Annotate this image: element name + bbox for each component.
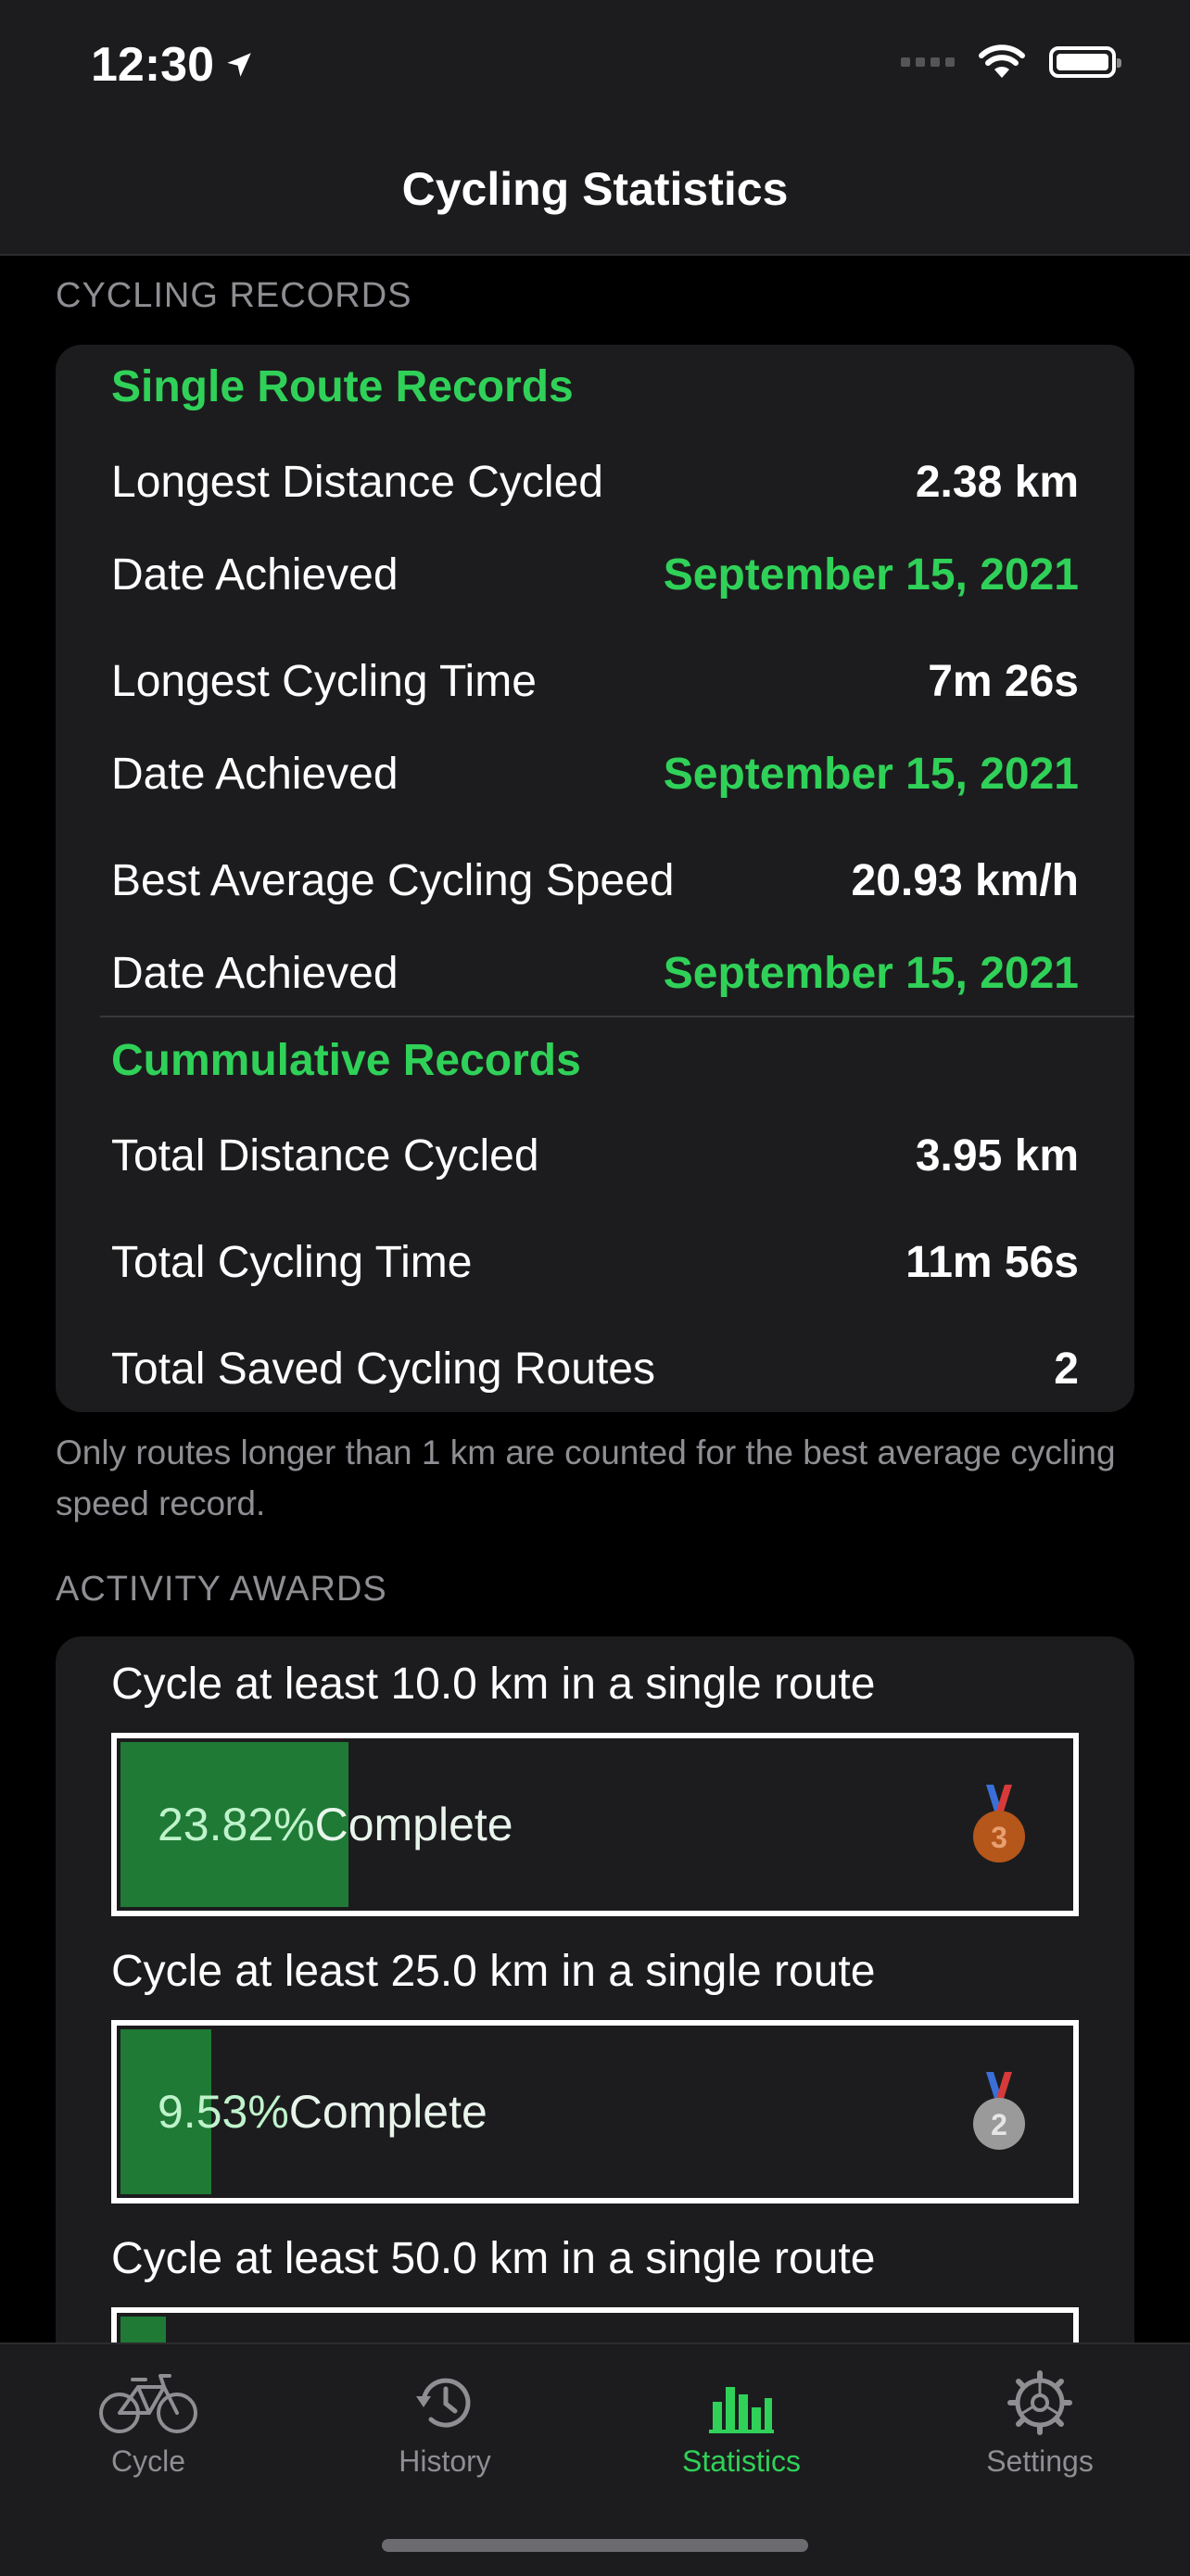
record-value: 20.93 km/h <box>851 855 1079 905</box>
record-label: Date Achieved <box>111 948 399 998</box>
bar-chart-icon <box>709 2387 774 2433</box>
tab-label: Settings <box>986 2444 1094 2478</box>
cumulative-records-title: Cummulative Records <box>111 1036 581 1085</box>
award-progress-bar: 9.53% Complete 2 <box>111 2020 1079 2203</box>
record-value: 11m 56s <box>905 1237 1079 1287</box>
status-indicators <box>901 44 1121 80</box>
svg-text:2: 2 <box>991 2108 1007 2141</box>
record-label: Total Saved Cycling Routes <box>111 1344 655 1394</box>
record-value: 7m 26s <box>928 656 1079 706</box>
record-date-value: September 15, 2021 <box>663 549 1079 600</box>
records-row: Total Cycling Time 11m 56s <box>111 1234 1079 1290</box>
award-label: Cycle at least 10.0 km in a single route <box>111 1660 876 1709</box>
cycling-records-header: CYCLING RECORDS <box>56 276 412 315</box>
silver-medal-icon: 2 <box>973 2072 1025 2150</box>
record-value: 2 <box>1054 1344 1079 1394</box>
record-value: 3.95 km <box>915 1130 1079 1181</box>
award-label: Cycle at least 25.0 km in a single route <box>111 1947 876 1996</box>
bicycle-icon <box>99 2374 197 2433</box>
records-row: Longest Cycling Time 7m 26s <box>111 653 1079 709</box>
record-label: Longest Cycling Time <box>111 656 537 706</box>
tab-cycle[interactable]: Cycle <box>56 2370 241 2479</box>
history-clock-icon <box>416 2378 471 2428</box>
progress-percent: 9.53% <box>158 2086 289 2138</box>
progress-percent: 23.82% <box>158 1799 315 1850</box>
records-footnote: Only routes longer than 1 km are counted… <box>56 1433 1116 1522</box>
status-time: 12:30 <box>91 37 255 93</box>
record-label: Best Average Cycling Speed <box>111 855 675 905</box>
records-row: Best Average Cycling Speed 20.93 km/h <box>111 852 1079 908</box>
tab-label: History <box>399 2444 491 2478</box>
record-date-value: September 15, 2021 <box>663 948 1079 998</box>
battery-icon <box>1049 46 1121 78</box>
record-label: Total Cycling Time <box>111 1237 473 1287</box>
activity-awards-card: Cycle at least 10.0 km in a single route… <box>56 1636 1134 2378</box>
section-divider <box>100 1016 1134 1017</box>
records-row: Date Achieved September 15, 2021 <box>111 547 1079 602</box>
progress-suffix: Complete <box>314 1799 513 1850</box>
bronze-medal-icon: 3 <box>973 1785 1025 1863</box>
tab-history[interactable]: History <box>352 2370 538 2479</box>
tab-label: Cycle <box>110 2444 185 2478</box>
gear-icon <box>1007 2370 1072 2435</box>
records-row: Date Achieved September 15, 2021 <box>111 945 1079 1001</box>
record-label: Date Achieved <box>111 749 399 799</box>
records-row: Total Distance Cycled 3.95 km <box>111 1128 1079 1183</box>
cycling-records-card: Single Route Records Longest Distance Cy… <box>56 345 1134 1412</box>
location-arrow-icon <box>227 53 251 77</box>
records-row: Longest Distance Cycled 2.38 km <box>111 454 1079 510</box>
award-progress-bar: 23.82% Complete 3 <box>111 1733 1079 1916</box>
record-label: Total Distance Cycled <box>111 1130 539 1181</box>
progress-suffix: Complete <box>288 2086 487 2138</box>
tab-label: Statistics <box>681 2444 802 2478</box>
tab-statistics[interactable]: Statistics <box>649 2370 834 2479</box>
single-route-records-title: Single Route Records <box>111 362 574 411</box>
award-label: Cycle at least 50.0 km in a single route <box>111 2234 876 2283</box>
activity-awards-header: ACTIVITY AWARDS <box>56 1570 387 1609</box>
navigation-bar: 12:30 Cycling Statistics <box>0 0 1190 256</box>
home-indicator[interactable] <box>382 2539 808 2552</box>
records-row: Date Achieved September 15, 2021 <box>111 746 1079 802</box>
tab-settings[interactable]: Settings <box>947 2370 1133 2479</box>
record-value: 2.38 km <box>915 457 1079 507</box>
records-row: Total Saved Cycling Routes 2 <box>111 1341 1079 1396</box>
wifi-icon <box>979 44 1025 78</box>
page-title: Cycling Statistics <box>401 163 789 215</box>
svg-text:3: 3 <box>991 1821 1007 1854</box>
record-date-value: September 15, 2021 <box>663 749 1079 799</box>
record-label: Longest Distance Cycled <box>111 457 603 507</box>
cellular-signal-icon <box>901 57 955 67</box>
record-label: Date Achieved <box>111 549 399 600</box>
